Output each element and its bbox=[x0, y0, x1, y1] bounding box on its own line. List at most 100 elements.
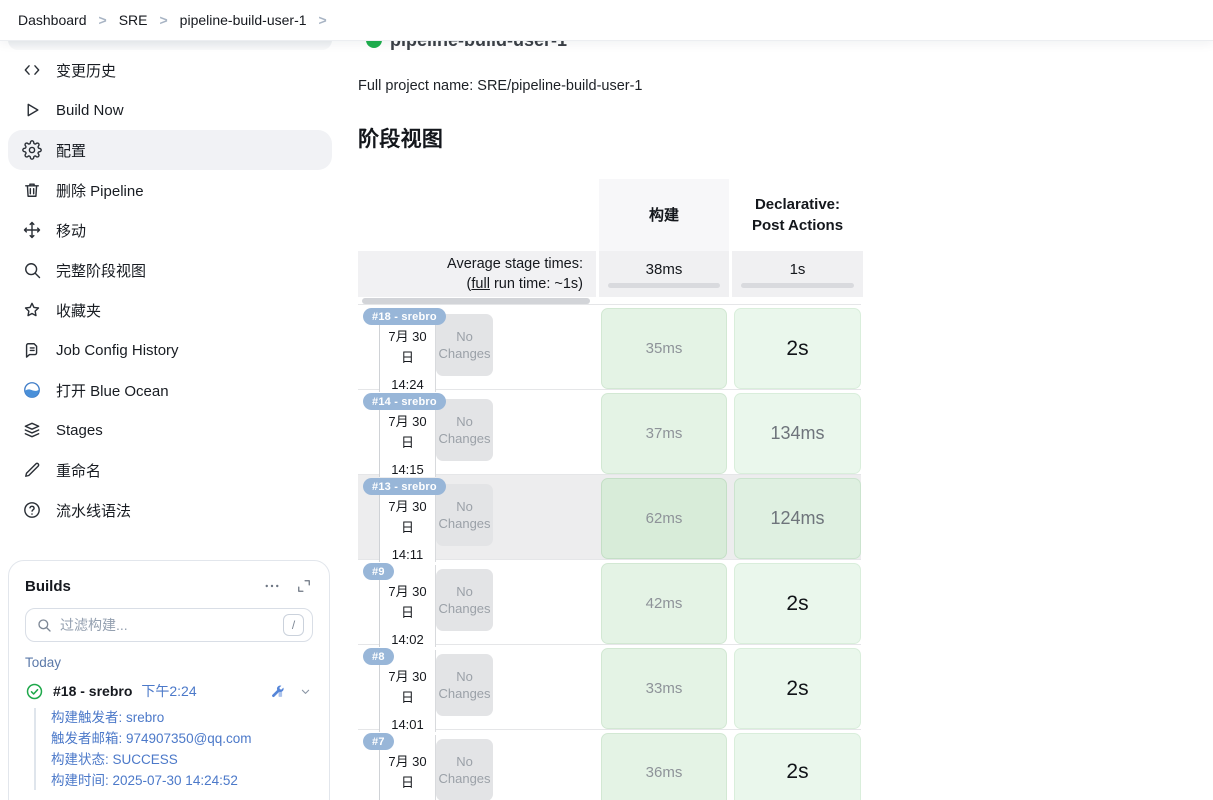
sidebar-item-label: 配置 bbox=[56, 140, 86, 161]
stage-cell-build[interactable]: 37ms bbox=[599, 390, 729, 477]
sidebar-item-favorites[interactable]: 收藏夹 bbox=[8, 290, 332, 330]
build-details: 构建触发者: srebro 触发者邮箱: 974907350@qq.com 构建状态… bbox=[34, 708, 313, 790]
no-changes-label: No Changes bbox=[436, 399, 493, 461]
gear-icon bbox=[22, 140, 42, 160]
sidebar-item-open-blue-ocean[interactable]: 打开 Blue Ocean bbox=[8, 370, 332, 410]
average-cell-build: 38ms bbox=[599, 251, 729, 297]
stage-cell-post-actions[interactable]: 2s bbox=[732, 560, 863, 647]
stage-row: #9 7月 30 日 14:02 No Changes 42ms 2s bbox=[358, 559, 861, 644]
breadcrumb-separator: > bbox=[159, 12, 167, 28]
wrench-icon[interactable] bbox=[269, 683, 286, 700]
no-changes-label: No Changes bbox=[436, 569, 493, 631]
build-detail-line: 触发者邮箱: 974907350@qq.com bbox=[51, 729, 313, 748]
stage-cell-build[interactable]: 33ms bbox=[599, 645, 729, 732]
sidebar-item-label: 变更历史 bbox=[56, 60, 116, 81]
star-icon bbox=[22, 300, 42, 320]
stage-cell-post-actions[interactable]: 124ms bbox=[732, 475, 863, 562]
search-icon bbox=[22, 260, 42, 280]
full-run-link[interactable]: full bbox=[471, 276, 490, 292]
average-stage-times-label: Average stage times: (full run time: ~1s… bbox=[358, 251, 596, 297]
stage-cell-build[interactable]: 42ms bbox=[599, 560, 729, 647]
build-badge[interactable]: #14 - srebro bbox=[363, 393, 446, 410]
sidebar-item-build-now[interactable]: Build Now bbox=[8, 90, 332, 130]
sidebar-item-label: Stages bbox=[56, 422, 103, 439]
sidebar-item-move[interactable]: 移动 bbox=[8, 210, 332, 250]
build-list-item[interactable]: #18 - srebro 下午2:24 bbox=[25, 681, 313, 701]
build-cell: #8 7月 30 日 14:01 No Changes bbox=[358, 645, 596, 732]
full-project-name: Full project name: SRE/pipeline-build-us… bbox=[358, 78, 861, 94]
average-bar-post-actions bbox=[741, 283, 854, 288]
build-detail-line: 构建时间: 2025-07-30 14:24:52 bbox=[51, 771, 313, 790]
builds-panel-title: Builds bbox=[25, 578, 71, 595]
build-detail-line: 构建触发者: srebro bbox=[51, 708, 313, 727]
kebab-menu-icon[interactable] bbox=[263, 577, 281, 595]
play-icon bbox=[22, 100, 42, 120]
scrollbar-thumb[interactable] bbox=[362, 298, 590, 304]
stage-view-table: 构建 Declarative: Post Actions Average sta… bbox=[358, 179, 861, 800]
stage-cell-build[interactable]: 62ms bbox=[599, 475, 729, 562]
table-scrollbar bbox=[358, 297, 861, 304]
stage-row: #14 - srebro 7月 30 日 14:15 No Changes 37… bbox=[358, 389, 861, 474]
builds-panel: Builds / Today #18 - srebro 下午2:24 构建触发者… bbox=[8, 560, 330, 800]
sidebar-item-label: 移动 bbox=[56, 220, 86, 241]
build-cell: #7 7月 30 日 No Changes bbox=[358, 730, 596, 800]
sidebar-item-change-history[interactable]: 变更历史 bbox=[8, 50, 332, 90]
sidebar: 变更历史 Build Now 配置 删除 Pipeline 移动 完整阶段视图 … bbox=[8, 40, 332, 530]
average-bar-build bbox=[608, 283, 720, 288]
sidebar-item-delete-pipeline[interactable]: 删除 Pipeline bbox=[8, 170, 332, 210]
main-content: pipeline-build-user-1 Full project name:… bbox=[358, 40, 861, 800]
build-timestamp[interactable]: 下午2:24 bbox=[141, 681, 196, 701]
stage-cell-post-actions[interactable]: 134ms bbox=[732, 390, 863, 477]
breadcrumb-item-pipeline[interactable]: pipeline-build-user-1 bbox=[180, 12, 307, 28]
success-check-icon bbox=[25, 682, 44, 701]
stage-cell-build[interactable]: 36ms bbox=[599, 730, 729, 800]
sidebar-item-label: Job Config History bbox=[56, 342, 179, 359]
stage-row: #7 7月 30 日 No Changes 36ms 2s bbox=[358, 729, 861, 800]
sidebar-item-label: 流水线语法 bbox=[56, 500, 131, 521]
breadcrumb-item-dashboard[interactable]: Dashboard bbox=[18, 12, 87, 28]
build-badge[interactable]: #7 bbox=[363, 733, 394, 750]
sidebar-clipped-item bbox=[8, 40, 332, 50]
sidebar-item-label: 完整阶段视图 bbox=[56, 260, 146, 281]
stage-cell-build[interactable]: 35ms bbox=[599, 305, 729, 392]
expand-panel-icon[interactable] bbox=[295, 577, 313, 595]
column-header-post-actions: Declarative: Post Actions bbox=[732, 179, 863, 251]
sidebar-item-full-stage-view[interactable]: 完整阶段视图 bbox=[8, 250, 332, 290]
pencil-icon bbox=[22, 460, 42, 480]
build-badge[interactable]: #8 bbox=[363, 648, 394, 665]
build-badge[interactable]: #9 bbox=[363, 563, 394, 580]
build-detail-line: 构建状态: SUCCESS bbox=[51, 750, 313, 769]
stage-cell-post-actions[interactable]: 2s bbox=[732, 645, 863, 732]
build-name[interactable]: #18 - srebro bbox=[53, 683, 132, 699]
build-badge[interactable]: #18 - srebro bbox=[363, 308, 446, 325]
code-icon bbox=[22, 60, 42, 80]
blue-ocean-icon bbox=[22, 380, 42, 400]
build-cell: #9 7月 30 日 14:02 No Changes bbox=[358, 560, 596, 647]
build-badge[interactable]: #13 - srebro bbox=[363, 478, 446, 495]
search-small-icon bbox=[36, 617, 52, 633]
sidebar-item-job-config-history[interactable]: Job Config History bbox=[8, 330, 332, 370]
sidebar-item-configure[interactable]: 配置 bbox=[8, 130, 332, 170]
no-changes-label: No Changes bbox=[436, 484, 493, 546]
sidebar-item-label: 删除 Pipeline bbox=[56, 180, 144, 201]
build-filter-input[interactable] bbox=[60, 617, 275, 633]
shortcut-key-badge: / bbox=[283, 614, 304, 636]
stage-cell-post-actions[interactable]: 2s bbox=[732, 305, 863, 392]
breadcrumb: Dashboard > SRE > pipeline-build-user-1 … bbox=[0, 0, 1213, 40]
sidebar-item-label: 打开 Blue Ocean bbox=[56, 380, 169, 401]
stage-cell-post-actions[interactable]: 2s bbox=[732, 730, 863, 800]
breadcrumb-item-sre[interactable]: SRE bbox=[119, 12, 148, 28]
stage-row: #8 7月 30 日 14:01 No Changes 33ms 2s bbox=[358, 644, 861, 729]
sidebar-item-pipeline-syntax[interactable]: 流水线语法 bbox=[8, 490, 332, 530]
sidebar-item-stages[interactable]: Stages bbox=[8, 410, 332, 450]
build-filter-field: / bbox=[25, 608, 313, 642]
breadcrumb-separator: > bbox=[319, 12, 327, 28]
layers-icon bbox=[22, 420, 42, 440]
sidebar-item-rename[interactable]: 重命名 bbox=[8, 450, 332, 490]
column-header-build: 构建 bbox=[599, 179, 729, 251]
trash-icon bbox=[22, 180, 42, 200]
no-changes-label: No Changes bbox=[436, 314, 493, 376]
chevron-down-icon[interactable] bbox=[298, 684, 313, 699]
stage-row: #13 - srebro 7月 30 日 14:11 No Changes 62… bbox=[358, 474, 861, 559]
stage-row: #18 - srebro 7月 30 日 14:24 No Changes 35… bbox=[358, 304, 861, 389]
